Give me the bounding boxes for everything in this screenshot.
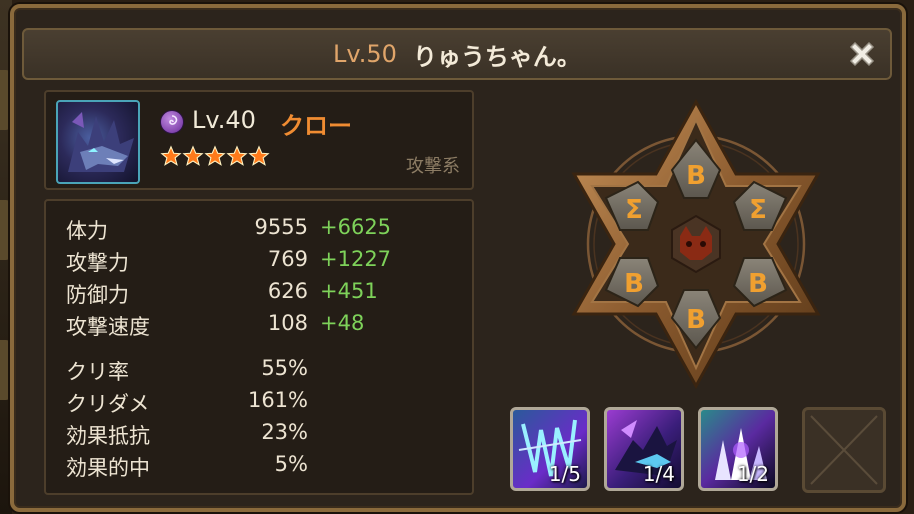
stat-label: 体力 [66, 219, 108, 243]
monster-level: Lv.40 [192, 106, 256, 134]
skill-slot-3[interactable]: 1/2 [698, 407, 778, 491]
edge-tab [0, 340, 10, 400]
star-icon [182, 145, 204, 166]
empty-skill-slot [802, 407, 886, 493]
rune-glyph: B [748, 269, 768, 299]
rune-glyph: B [624, 269, 644, 299]
star-icon [160, 145, 182, 166]
stat-value: 161% [247, 388, 308, 412]
empty-skill-slot-icon [810, 415, 878, 485]
skill-slot-2[interactable]: 1/4 [604, 407, 684, 491]
stat-bonus-value: +451 [320, 279, 378, 303]
stat-row-crit-rate: クリ率 55% [66, 356, 466, 386]
star-rating [160, 144, 270, 168]
stat-row-accuracy: 効果的中 5% [66, 452, 466, 482]
player-name: りゅうちゃん。 [412, 42, 581, 71]
edge-tab [0, 200, 10, 260]
stat-label: 効果的中 [66, 456, 150, 480]
stat-row-crit-damage: クリダメ 161% [66, 388, 466, 418]
stat-value: 23% [261, 420, 308, 444]
stat-label: 効果抵抗 [66, 424, 150, 448]
stats-panel: 体力 9555 +6625 攻撃力 769 +1227 防御力 626 +451… [44, 199, 474, 495]
wolf-portrait-icon [68, 112, 134, 172]
stat-label: クリダメ [66, 392, 150, 416]
stat-row-speed: 攻撃速度 108 +48 [66, 311, 466, 341]
skill-level: 1/5 [548, 462, 581, 486]
stat-row-attack: 攻撃力 769 +1227 [66, 247, 466, 277]
dark-element-icon [160, 110, 184, 134]
stat-row-defense: 防御力 626 +451 [66, 279, 466, 309]
rune-glyph: Σ [625, 195, 643, 225]
skill-level: 1/2 [736, 462, 769, 486]
monster-name: クロー [280, 112, 352, 140]
close-x-icon [849, 41, 875, 67]
stat-base-value: 108 [267, 311, 308, 335]
star-icon [226, 145, 248, 166]
stat-label: 攻撃力 [66, 251, 129, 275]
close-button[interactable] [844, 36, 880, 72]
stat-label: クリ率 [66, 360, 129, 384]
title-bar: Lv.50 りゅうちゃん。 [22, 28, 892, 80]
rune-equipment-star: B Σ B B B Σ [571, 98, 821, 390]
monster-summary: Lv.40 クロー 攻撃系 [44, 90, 474, 190]
star-icon [248, 145, 270, 166]
stat-bonus-value: +48 [320, 311, 365, 335]
stat-value: 55% [261, 356, 308, 380]
stat-bonus-value: +6625 [320, 215, 392, 239]
star-icon [204, 145, 226, 166]
rune-glyph: B [686, 161, 706, 191]
stat-row-hp: 体力 9555 +6625 [66, 215, 466, 245]
stat-row-resistance: 効果抵抗 23% [66, 420, 466, 450]
skill-slot-1[interactable]: 1/5 [510, 407, 590, 491]
stat-base-value: 9555 [254, 215, 308, 239]
skill-level: 1/4 [642, 462, 675, 486]
edge-tab [0, 70, 10, 130]
stat-value: 5% [274, 452, 308, 476]
rune-glyph: Σ [749, 195, 767, 225]
player-level: Lv.50 [333, 40, 397, 68]
monster-portrait[interactable] [56, 100, 140, 184]
rune-glyph: B [686, 305, 706, 335]
stat-label: 攻撃速度 [66, 315, 150, 339]
stat-label: 防御力 [66, 283, 129, 307]
monster-type: 攻撃系 [406, 156, 460, 177]
stat-bonus-value: +1227 [320, 247, 392, 271]
stat-base-value: 769 [267, 247, 308, 271]
stat-base-value: 626 [267, 279, 308, 303]
